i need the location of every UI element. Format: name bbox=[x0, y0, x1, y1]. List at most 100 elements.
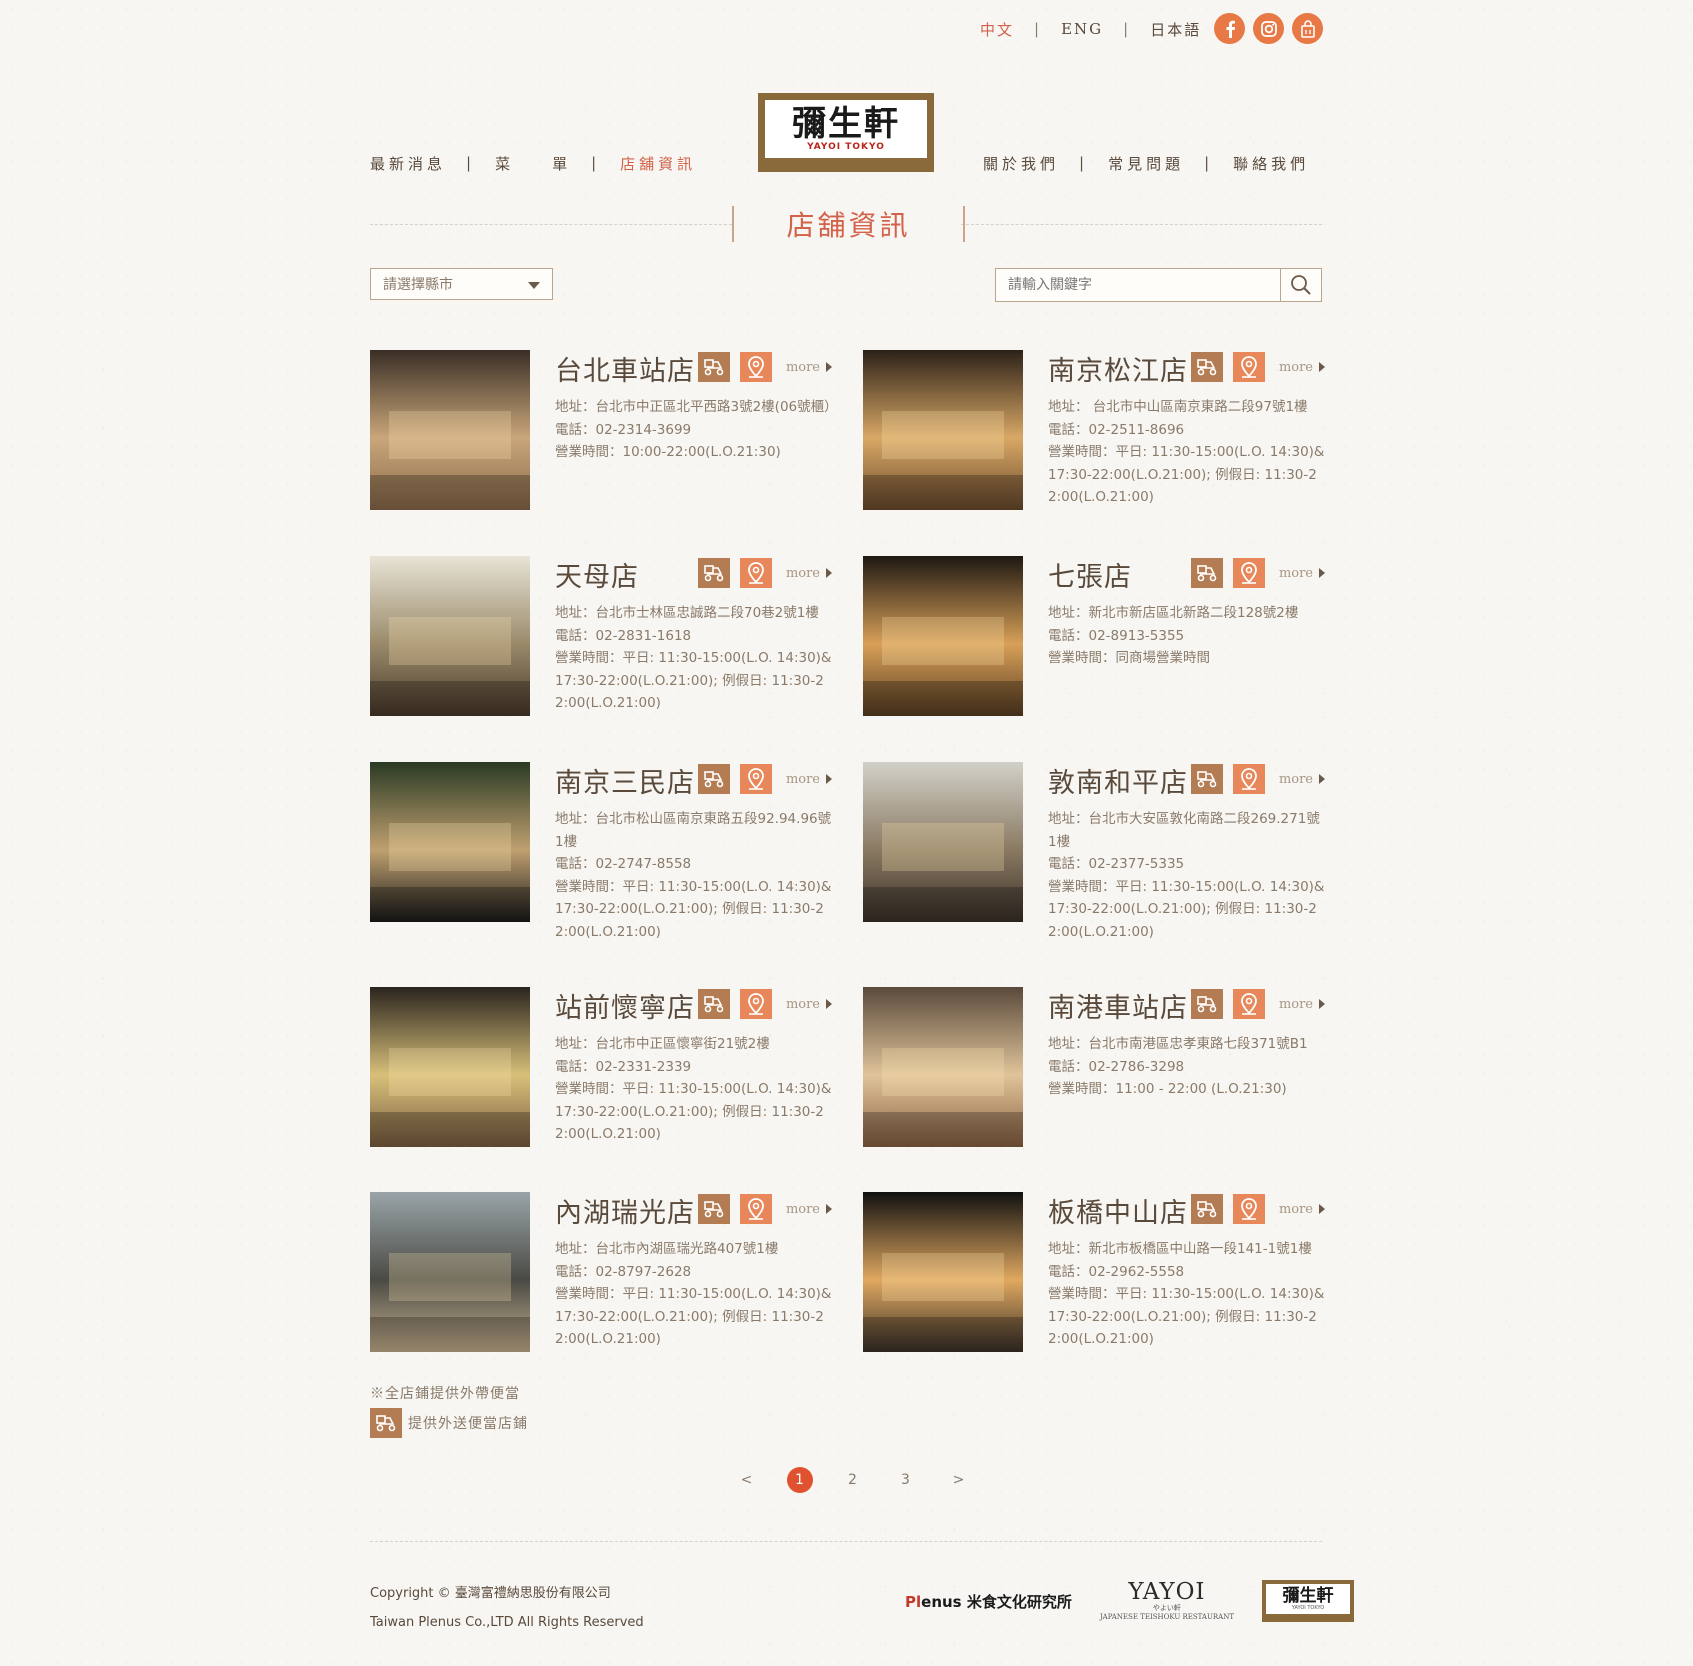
delivery-scooter-icon bbox=[1190, 352, 1223, 382]
search-button[interactable] bbox=[1280, 269, 1321, 301]
store-detail-line: 地址：新北市新店區北新路二段128號2樓 bbox=[1048, 605, 1299, 621]
yayoi-logo[interactable]: YAYOI やよい軒 JAPANESE TEISHOKU RESTAURANT bbox=[1100, 1580, 1234, 1622]
yayoi-logo-kana: やよい軒 bbox=[1152, 1604, 1181, 1612]
store-photo[interactable] bbox=[370, 350, 530, 510]
store-name[interactable]: 站前懷寧店 bbox=[555, 986, 695, 1025]
map-pin-icon[interactable] bbox=[1232, 352, 1265, 382]
more-link[interactable]: more bbox=[1279, 360, 1325, 375]
nav-about[interactable]: 關於我們 bbox=[983, 153, 1059, 174]
store-detail-line: 營業時間：11:00 - 22:00 (L.O.21:30) bbox=[1048, 1081, 1287, 1097]
yayoiken-logo-kanji: 彌生軒 bbox=[1282, 1586, 1334, 1606]
more-link[interactable]: more bbox=[786, 566, 832, 581]
nav-faq[interactable]: 常見問題 bbox=[1108, 153, 1184, 174]
plenus-logo[interactable]: Plenus 米食文化研究所 bbox=[905, 1591, 1072, 1612]
map-pin-icon[interactable] bbox=[1232, 989, 1265, 1019]
store-name[interactable]: 南京松江店 bbox=[1048, 349, 1188, 388]
store-card: 板橋中山店 more 地址：新北市板橋區中山路一段141-1號1樓 電話：02-… bbox=[863, 1192, 1325, 1352]
more-label: more bbox=[1278, 359, 1313, 375]
store-photo[interactable] bbox=[370, 556, 530, 716]
store-name[interactable]: 台北車站店 bbox=[555, 349, 695, 388]
store-detail-line: 地址：台北市中正區北平西路3號2樓(06號櫃） bbox=[555, 399, 838, 415]
map-pin-icon[interactable] bbox=[739, 989, 772, 1019]
delivery-scooter-icon bbox=[1190, 764, 1223, 794]
lang-en-link[interactable]: ENG bbox=[1061, 20, 1103, 38]
more-link[interactable]: more bbox=[1279, 566, 1325, 581]
store-name[interactable]: 內湖瑞光店 bbox=[555, 1191, 695, 1230]
store-name[interactable]: 天母店 bbox=[555, 555, 639, 594]
store-details: 地址：台北市士林區忠誠路二段70巷2號1樓 電話：02-2831-1618 營業時間… bbox=[555, 602, 832, 715]
pager-prev[interactable]: < bbox=[720, 1466, 773, 1494]
store-photo[interactable] bbox=[863, 1192, 1023, 1352]
store-info: 七張店 more 地址：新北市新店區北新路二段128號2樓 電話：02-8913… bbox=[1048, 556, 1325, 670]
store-photo[interactable] bbox=[863, 987, 1023, 1147]
store-detail-line: 營業時間：平日: 11:30-15:00(L.O. 14:30)& 17:30-… bbox=[555, 1286, 832, 1347]
store-photo[interactable] bbox=[370, 762, 530, 922]
nav-menu[interactable]: 菜 單 bbox=[495, 153, 571, 174]
facebook-icon[interactable] bbox=[1214, 13, 1245, 44]
city-select[interactable]: 請選擇縣市 bbox=[370, 268, 553, 300]
store-details: 地址：台北市松山區南京東路五段92.94.96號1樓 電話：02-2747-855… bbox=[555, 808, 832, 943]
nav-separator: | bbox=[1079, 154, 1089, 172]
title-divider-right bbox=[961, 224, 1322, 225]
nav-news[interactable]: 最新消息 bbox=[370, 153, 446, 174]
store-detail-line: 電話：02-8913-5355 bbox=[1048, 627, 1185, 644]
delivery-scooter-icon bbox=[1190, 1194, 1223, 1224]
lang-jp-link[interactable]: 日本語 bbox=[1150, 19, 1201, 40]
store-photo[interactable] bbox=[863, 556, 1023, 716]
pager-next[interactable]: > bbox=[932, 1466, 985, 1494]
map-pin-icon[interactable] bbox=[739, 352, 772, 382]
map-pin-icon[interactable] bbox=[739, 1194, 772, 1224]
store-photo[interactable] bbox=[370, 1192, 530, 1352]
shopping-bag-icon[interactable] bbox=[1292, 13, 1323, 44]
more-label: more bbox=[1278, 996, 1313, 1012]
more-link[interactable]: more bbox=[786, 360, 832, 375]
pager-page-2[interactable]: 2 bbox=[826, 1466, 879, 1494]
triangle-right-icon bbox=[826, 1204, 832, 1214]
more-link[interactable]: more bbox=[1279, 772, 1325, 787]
store-name[interactable]: 南港車站店 bbox=[1048, 986, 1188, 1025]
lang-zh-link[interactable]: 中文 bbox=[980, 19, 1014, 40]
search-box bbox=[995, 268, 1322, 302]
yayoiken-logo[interactable]: 彌生軒 YAYOI TOKYO bbox=[1262, 1580, 1355, 1622]
store-photo[interactable] bbox=[370, 987, 530, 1147]
pager-page-1[interactable]: 1 bbox=[773, 1466, 826, 1494]
store-card: 敦南和平店 more 地址：台北市大安區敦化南路二段269.271號1樓電話：0… bbox=[863, 761, 1325, 940]
store-details: 地址：新北市新店區北新路二段128號2樓 電話：02-8913-5355 營業時間：… bbox=[1048, 602, 1325, 670]
city-select-label: 請選擇縣市 bbox=[383, 277, 453, 293]
store-photo[interactable] bbox=[863, 762, 1023, 922]
more-link[interactable]: more bbox=[1279, 1202, 1325, 1217]
instagram-icon[interactable] bbox=[1253, 13, 1284, 44]
site-logo[interactable]: 彌生軒 YAYOI TOKYO bbox=[758, 93, 934, 172]
store-detail-line: 營業時間：平日: 11:30-15:00(L.O. 14:30)& 17:30-… bbox=[1048, 878, 1325, 940]
pager-page-3[interactable]: 3 bbox=[879, 1466, 932, 1494]
triangle-right-icon bbox=[1319, 774, 1325, 784]
delivery-scooter-icon bbox=[370, 1408, 402, 1438]
map-pin-icon[interactable] bbox=[1232, 558, 1265, 588]
plenus-logo-prefix: Pl bbox=[905, 1592, 922, 1611]
more-link[interactable]: more bbox=[786, 1202, 832, 1217]
search-input[interactable] bbox=[996, 269, 1280, 301]
main-nav-right: 關於我們 | 常見問題 | 聯絡我們 bbox=[983, 152, 1309, 174]
more-label: more bbox=[1278, 1201, 1313, 1217]
store-name[interactable]: 敦南和平店 bbox=[1048, 761, 1188, 800]
store-card: 南京松江店 more 地址： 台北市中山區南京東路二段97號1樓 電話：02-2… bbox=[863, 350, 1325, 510]
store-detail-line: 營業時間：同商場營業時間 bbox=[1048, 650, 1210, 666]
map-pin-icon[interactable] bbox=[1232, 1194, 1265, 1224]
store-name[interactable]: 七張店 bbox=[1048, 555, 1132, 594]
map-pin-icon[interactable] bbox=[1232, 764, 1265, 794]
more-link[interactable]: more bbox=[786, 997, 832, 1012]
store-info: 南京三民店 more 地址：台北市松山區南京東路五段92.94.96號1樓 電話… bbox=[555, 762, 832, 943]
store-photo[interactable] bbox=[863, 350, 1023, 510]
store-details: 地址：台北市大安區敦化南路二段269.271號1樓 電話：02-2377-5335… bbox=[1048, 808, 1325, 943]
more-link[interactable]: more bbox=[786, 772, 832, 787]
map-pin-icon[interactable] bbox=[739, 558, 772, 588]
nav-contact[interactable]: 聯絡我們 bbox=[1233, 153, 1309, 174]
store-detail-line: 地址：台北市士林區忠誠路二段70巷2號1樓 bbox=[555, 605, 819, 621]
nav-store-info[interactable]: 店舖資訊 bbox=[620, 153, 696, 174]
more-link[interactable]: more bbox=[1279, 997, 1325, 1012]
map-pin-icon[interactable] bbox=[739, 764, 772, 794]
store-name[interactable]: 南京三民店 bbox=[555, 761, 695, 800]
logo-kanji: 彌生軒 bbox=[792, 104, 900, 144]
store-info: 南京松江店 more 地址： 台北市中山區南京東路二段97號1樓 電話：02-2… bbox=[1048, 350, 1325, 509]
store-name[interactable]: 板橋中山店 bbox=[1048, 1191, 1188, 1230]
